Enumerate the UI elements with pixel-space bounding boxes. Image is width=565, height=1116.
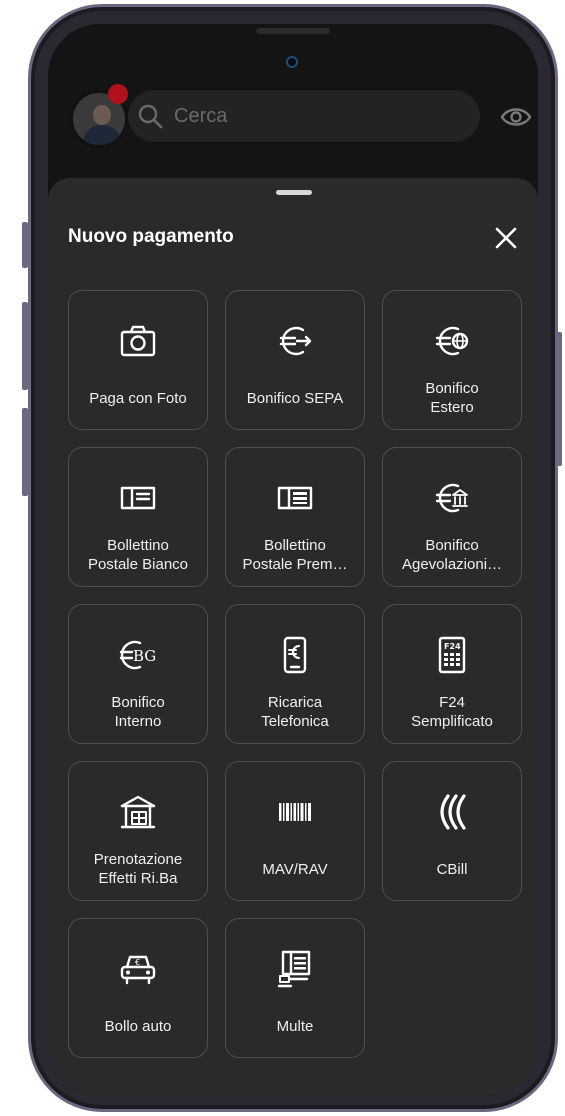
payment-option-cbill[interactable]: CBill	[382, 761, 522, 901]
warehouse-icon	[118, 792, 158, 832]
payment-option-multe[interactable]: Multe	[225, 918, 365, 1058]
speaker-grille	[256, 28, 330, 34]
option-label: F24 Semplificato	[411, 694, 493, 730]
new-payment-sheet: Nuovo pagamento Paga con Foto Bonifico S…	[48, 178, 538, 1096]
payment-option-bollo-auto[interactable]: € Bollo auto	[68, 918, 208, 1058]
option-label: Bonifico Agevolazioni…	[401, 537, 503, 573]
search-bar[interactable]	[128, 90, 480, 142]
option-label: MAV/RAV	[262, 860, 328, 878]
payment-option-bonifico-estero[interactable]: Bonifico Estero	[382, 290, 522, 430]
option-label: Paga con Foto	[89, 389, 187, 407]
phone-screen: Nuovo pagamento Paga con Foto	[48, 24, 538, 1096]
fine-ticket-icon	[275, 949, 315, 989]
payment-option-bollettino-postale-bianco[interactable]: Bollettino Postale Bianco	[68, 447, 208, 587]
payment-option-mav-rav[interactable]: MAV/RAV	[225, 761, 365, 901]
svg-text:BG: BG	[133, 647, 156, 665]
search-icon	[138, 104, 163, 129]
search-input[interactable]	[174, 104, 434, 128]
notification-badge	[108, 84, 128, 104]
payment-option-prenotazione-effetti-riba[interactable]: Prenotazione Effetti Ri.Ba	[68, 761, 208, 901]
option-label: Bonifico SEPA	[246, 389, 344, 407]
option-label: Bonifico Interno	[111, 694, 165, 730]
close-icon[interactable]	[492, 224, 520, 252]
payment-option-f24-semplificato[interactable]: F24 F24 Semplificato	[382, 604, 522, 744]
payment-option-ricarica-telefonica[interactable]: Ricarica Telefonica	[225, 604, 365, 744]
postal-slip-icon	[118, 478, 158, 518]
payment-option-bollettino-postale-premarcato[interactable]: Bollettino Postale Prem…	[225, 447, 365, 587]
front-camera	[286, 56, 298, 68]
barcode-icon	[275, 792, 315, 832]
option-label: Bollettino Postale Bianco	[87, 537, 189, 573]
svg-text:€: €	[135, 958, 140, 967]
sheet-drag-handle[interactable]	[276, 190, 312, 195]
camera-icon	[118, 321, 158, 361]
euro-transfer-icon	[275, 321, 315, 361]
option-label: Bollettino Postale Prem…	[242, 537, 348, 573]
payment-option-bonifico-interno[interactable]: BG Bonifico Interno	[68, 604, 208, 744]
option-label: Bollo auto	[104, 1017, 172, 1035]
euro-globe-icon	[432, 321, 472, 361]
cbill-icon	[432, 792, 472, 832]
payment-option-bonifico-sepa[interactable]: Bonifico SEPA	[225, 290, 365, 430]
option-label: Multe	[276, 1017, 314, 1035]
f24-form-icon: F24	[432, 635, 472, 675]
euro-bg-icon: BG	[118, 635, 158, 675]
option-label: CBill	[436, 860, 468, 878]
postal-slip-prefilled-icon	[275, 478, 315, 518]
phone-euro-icon	[275, 635, 315, 675]
option-label: Ricarica Telefonica	[261, 694, 329, 730]
svg-text:F24: F24	[444, 642, 461, 651]
option-label: Bonifico Estero	[425, 380, 479, 416]
sheet-title: Nuovo pagamento	[68, 226, 234, 247]
euro-bank-icon	[432, 478, 472, 518]
car-icon: €	[118, 949, 158, 989]
eye-icon[interactable]	[500, 104, 532, 130]
payment-options-grid: Paga con Foto Bonifico SEPA Bonifico Est…	[68, 290, 522, 1058]
payment-option-bonifico-agevolazioni[interactable]: Bonifico Agevolazioni…	[382, 447, 522, 587]
option-label: Prenotazione Effetti Ri.Ba	[93, 851, 183, 887]
payment-option-paga-con-foto[interactable]: Paga con Foto	[68, 290, 208, 430]
